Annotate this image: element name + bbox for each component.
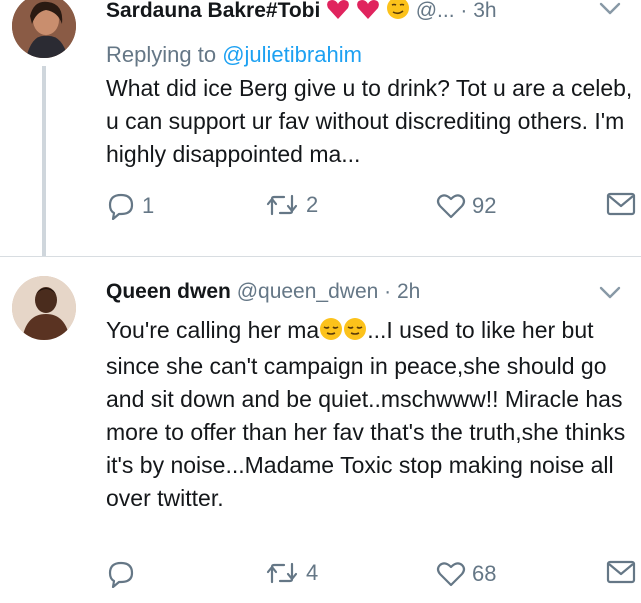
retweet-count: 4 [306,560,319,585]
tweet-actions: 4 68 [106,560,641,594]
direct-message-button[interactable] [606,560,636,584]
relieved-emoji-icon [343,317,367,350]
heart-icon [436,192,466,220]
relieved-emoji-icon [319,317,343,350]
envelope-icon [606,560,636,584]
like-button[interactable]: 92 [436,192,496,220]
retweet-button[interactable]: 4 [264,560,318,586]
reply-count: 1 [142,193,155,218]
tweet-actions: 1 2 92 [106,192,641,226]
like-count: 92 [472,193,497,218]
separator: · [460,0,468,22]
tweet-queen-dwen[interactable]: Queen dwen @queen_dwen · 2h You're calli… [0,262,641,603]
envelope-icon [606,192,636,216]
tweet-sardauna[interactable]: Sardauna Bakre#Tobi @... · 3h Replying t… [0,0,641,256]
heart-emoji-icon [356,0,380,26]
reply-button[interactable] [106,560,142,588]
retweet-button[interactable]: 2 [264,192,318,218]
tweet-header: Sardauna Bakre#Tobi @... · 3h [106,0,497,26]
like-button[interactable]: 68 [436,560,496,588]
direct-message-button[interactable] [606,192,636,216]
author-handle[interactable]: @queen_dwen [237,280,379,303]
timestamp[interactable]: 2h [397,280,420,303]
replying-to-mention[interactable]: @julietibrahim [222,42,362,67]
retweet-icon [264,560,300,586]
heart-emoji-icon [326,0,350,26]
retweet-icon [264,192,300,218]
author-handle[interactable]: @... [416,0,455,22]
timestamp[interactable]: 3h [473,0,496,22]
author-name[interactable]: Queen dwen [106,280,231,303]
chevron-down-icon[interactable] [599,280,621,306]
thread-line [42,66,46,256]
author-name[interactable]: Sardauna Bakre#Tobi [106,0,320,22]
tweet-text: What did ice Berg give u to drink? Tot u… [106,75,633,167]
smirk-emoji-icon [386,0,410,26]
avatar[interactable] [12,276,76,340]
tweet-text: You're calling her ma ...I used to like h… [106,314,636,515]
tweet-text-start: You're calling her ma [106,317,320,343]
tweet-divider [0,256,641,257]
like-count: 68 [472,561,497,586]
retweet-count: 2 [306,192,319,217]
heart-icon [436,560,466,588]
reply-icon [106,560,136,588]
chevron-down-icon[interactable] [599,0,621,22]
reply-button[interactable]: 1 [106,192,154,220]
reply-icon [106,192,136,220]
avatar[interactable] [12,0,76,58]
replying-to-label: Replying to [106,42,217,67]
replying-to: Replying to @julietibrahim [106,42,362,68]
separator: · [384,280,392,303]
tweet-header: Queen dwen @queen_dwen · 2h [106,280,420,304]
